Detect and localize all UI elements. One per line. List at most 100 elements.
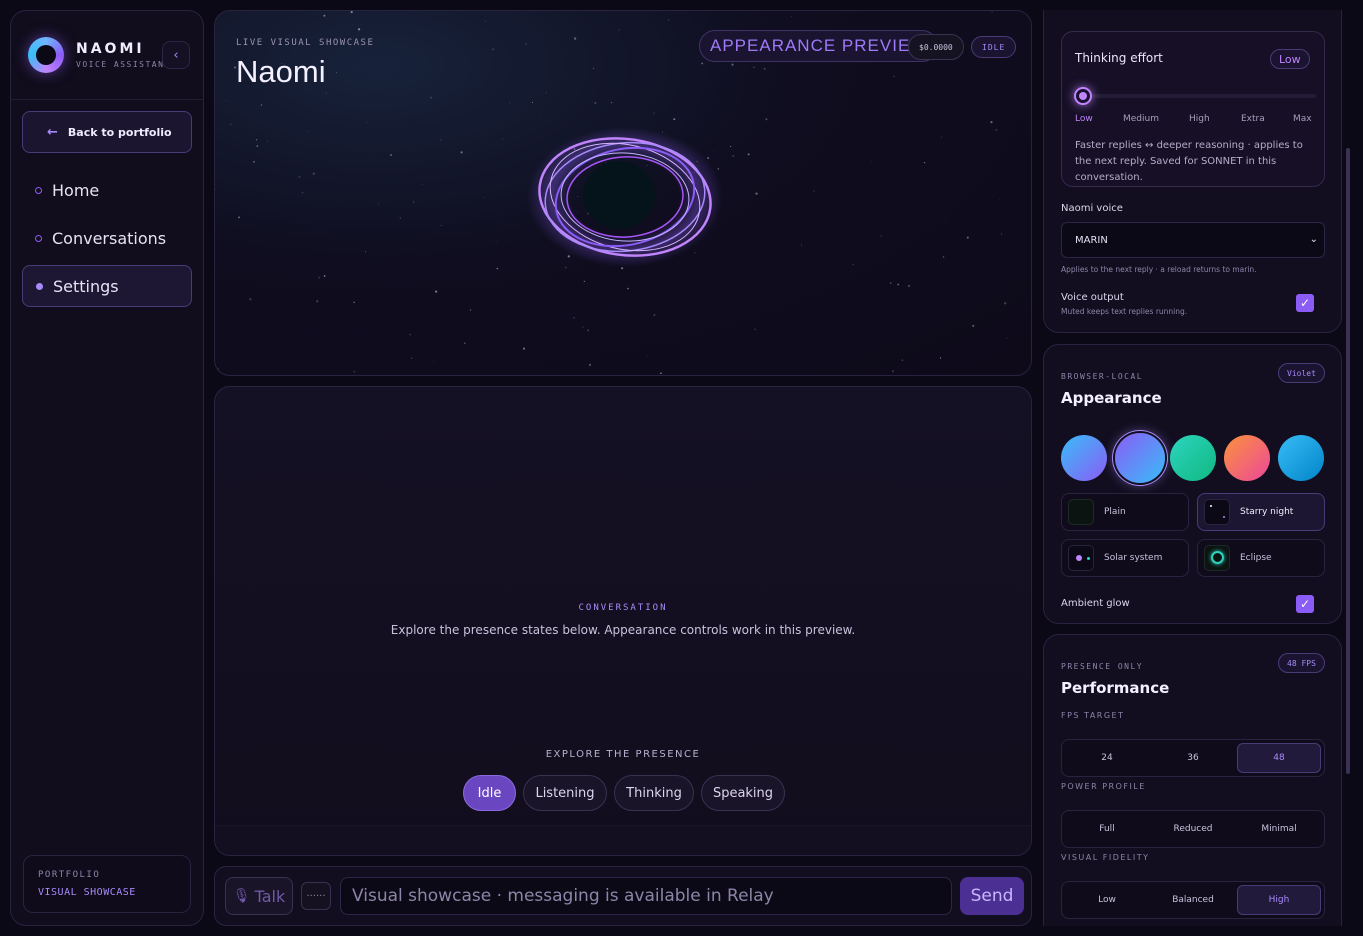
sidebar-item-settings[interactable]: Settings <box>22 265 192 307</box>
collapse-sidebar-button[interactable]: ‹ <box>162 41 190 69</box>
thinking-effort-card: Thinking effort Low Low Medium High Extr… <box>1061 31 1325 187</box>
fps-badge: 48 FPS <box>1278 653 1325 673</box>
tick-max[interactable]: Max <box>1293 114 1312 124</box>
star <box>460 151 463 154</box>
logo-ring-icon <box>28 37 64 73</box>
nav-dot-icon <box>36 282 43 290</box>
star <box>966 236 969 239</box>
background-solar-option[interactable]: Solar system <box>1061 539 1189 577</box>
star <box>353 301 355 304</box>
star <box>502 138 504 140</box>
fps-48-option[interactable]: 48 <box>1237 743 1321 773</box>
appearance-title: Appearance <box>1061 389 1162 407</box>
background-eclipse-option[interactable]: Eclipse <box>1197 539 1325 577</box>
power-profile-segmented: Full Reduced Minimal <box>1061 810 1325 848</box>
star <box>1004 302 1007 305</box>
star <box>891 370 894 373</box>
star <box>800 244 803 246</box>
star <box>312 172 315 175</box>
color-swatch-violet[interactable] <box>1115 433 1165 483</box>
fidelity-low-option[interactable]: Low <box>1065 885 1149 915</box>
thinking-effort-hint: Faster replies ↔ deeper reasoning · appl… <box>1075 140 1303 183</box>
color-swatch-sky[interactable] <box>1061 435 1107 481</box>
color-swatch-sunset[interactable] <box>1224 435 1270 481</box>
sidebar-item-conversations[interactable]: Conversations <box>22 217 192 259</box>
star <box>357 28 361 31</box>
star <box>422 184 423 185</box>
power-reduced-option[interactable]: Reduced <box>1151 814 1235 844</box>
tick-medium[interactable]: Medium <box>1123 114 1159 124</box>
fidelity-balanced-option[interactable]: Balanced <box>1151 885 1235 915</box>
chevron-down-icon: ⌄ <box>1309 234 1318 245</box>
voice-select-value: MARIN <box>1075 234 1108 246</box>
state-listening-button[interactable]: Listening <box>523 775 607 811</box>
message-input[interactable] <box>340 877 952 915</box>
arrow-left-icon: ← <box>47 124 58 140</box>
thinking-effort-track[interactable] <box>1078 94 1316 98</box>
star <box>880 235 882 237</box>
star <box>496 267 499 270</box>
star <box>482 197 484 199</box>
thinking-effort-thumb[interactable] <box>1074 87 1092 105</box>
star <box>592 67 595 70</box>
color-swatch-teal[interactable] <box>1170 435 1216 481</box>
star <box>1001 233 1003 235</box>
fps-target-segmented: 24 36 48 <box>1061 739 1325 777</box>
star <box>316 300 319 303</box>
star <box>730 146 732 148</box>
back-to-portfolio-button[interactable]: ← Back to portfolio <box>22 111 192 153</box>
composer: 🎙 Talk ······ Send <box>214 866 1032 926</box>
tick-extra[interactable]: Extra <box>1241 114 1265 124</box>
background-plain-option[interactable]: Plain <box>1061 493 1189 531</box>
star <box>323 14 326 17</box>
star <box>335 71 338 73</box>
star <box>485 20 486 22</box>
star <box>323 275 326 277</box>
star <box>412 201 415 203</box>
audio-level-button[interactable]: ······ <box>301 882 331 910</box>
color-swatch-ocean[interactable] <box>1278 435 1324 481</box>
star <box>350 11 353 14</box>
star <box>594 102 597 104</box>
send-button[interactable]: Send <box>960 877 1024 915</box>
star <box>852 264 854 266</box>
voice-select[interactable]: MARIN ⌄ <box>1061 222 1325 258</box>
fps-36-option[interactable]: 36 <box>1151 743 1235 773</box>
tick-high[interactable]: High <box>1189 114 1210 124</box>
star <box>352 24 354 26</box>
portfolio-label: PORTFOLIO <box>38 870 101 880</box>
state-idle-button[interactable]: Idle <box>463 775 516 811</box>
cost-badge: $0.0000 <box>908 34 964 60</box>
state-thinking-button[interactable]: Thinking <box>614 775 694 811</box>
tick-low[interactable]: Low <box>1075 114 1093 124</box>
starry-night-thumb <box>1204 499 1230 525</box>
star <box>893 75 895 77</box>
star <box>813 190 815 192</box>
power-minimal-option[interactable]: Minimal <box>1237 814 1321 844</box>
background-starry-option[interactable]: Starry night <box>1197 493 1325 531</box>
fps-24-option[interactable]: 24 <box>1065 743 1149 773</box>
star <box>409 333 411 336</box>
star <box>749 13 751 15</box>
star <box>999 198 1001 200</box>
star <box>897 283 900 286</box>
star <box>807 127 809 129</box>
star <box>217 368 219 370</box>
state-speaking-button[interactable]: Speaking <box>701 775 785 811</box>
star <box>496 241 498 243</box>
star <box>463 342 466 345</box>
sidebar-item-home[interactable]: Home <box>22 169 192 211</box>
talk-button[interactable]: 🎙 Talk <box>225 877 293 915</box>
voice-output-checkbox[interactable]: ✓ <box>1296 294 1314 312</box>
sidebar: NAOMI VOICE ASSISTANT ‹ ← Back to portfo… <box>10 10 204 926</box>
settings-scrollbar[interactable] <box>1346 148 1350 774</box>
fidelity-high-option[interactable]: High <box>1237 885 1321 915</box>
star <box>618 29 620 31</box>
ambient-glow-checkbox[interactable]: ✓ <box>1296 595 1314 613</box>
star <box>610 102 613 104</box>
page-title: Naomi <box>236 54 326 89</box>
sidebar-item-label: Settings <box>53 276 119 296</box>
power-full-option[interactable]: Full <box>1065 814 1149 844</box>
star <box>318 276 321 279</box>
eclipse-thumb <box>1204 545 1230 571</box>
